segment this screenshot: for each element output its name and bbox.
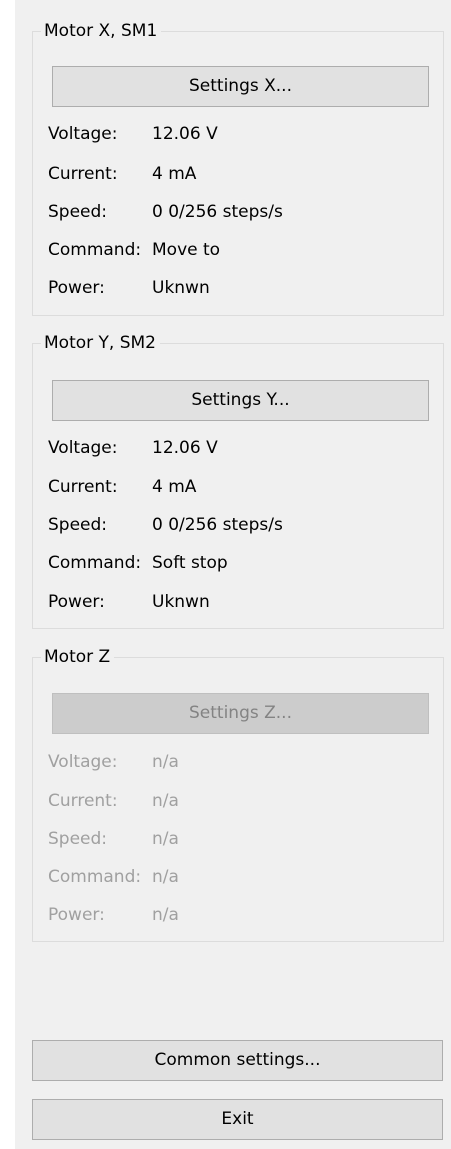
voltage-value: 12.06 V <box>152 124 218 144</box>
motor-x-voltage-row: Voltage: 12.06 V <box>48 122 438 146</box>
motor-y-current-row: Current: 4 mA <box>48 475 438 499</box>
motor-y-voltage-row: Voltage: 12.06 V <box>48 436 438 460</box>
speed-value: 0 0/256 steps/s <box>152 515 283 535</box>
current-value: 4 mA <box>152 477 197 497</box>
speed-value: n/a <box>152 829 179 849</box>
command-label: Command: <box>48 867 142 887</box>
motor-x-power-row: Power: Uknwn <box>48 276 438 300</box>
common-settings-button[interactable]: Common settings... <box>32 1040 443 1081</box>
power-label: Power: <box>48 278 105 298</box>
command-label: Command: <box>48 553 142 573</box>
current-label: Current: <box>48 791 118 811</box>
current-value: n/a <box>152 791 179 811</box>
motor-x-group-title: Motor X, SM1 <box>41 20 162 42</box>
motor-y-speed-row: Speed: 0 0/256 steps/s <box>48 513 438 537</box>
motor-x-current-row: Current: 4 mA <box>48 162 438 186</box>
command-value: Soft stop <box>152 553 228 573</box>
motor-z-current-row: Current: n/a <box>48 789 438 813</box>
power-value: Uknwn <box>152 592 210 612</box>
speed-label: Speed: <box>48 829 108 849</box>
command-value: n/a <box>152 867 179 887</box>
current-value: 4 mA <box>152 164 197 184</box>
power-value: n/a <box>152 905 179 925</box>
settings-x-button[interactable]: Settings X... <box>52 66 429 107</box>
motor-z-power-row: Power: n/a <box>48 903 438 927</box>
power-label: Power: <box>48 905 105 925</box>
speed-label: Speed: <box>48 515 108 535</box>
motor-z-speed-row: Speed: n/a <box>48 827 438 851</box>
voltage-value: 12.06 V <box>152 438 218 458</box>
motor-z-group-title: Motor Z <box>41 646 115 668</box>
motor-y-command-row: Command: Soft stop <box>48 551 438 575</box>
speed-label: Speed: <box>48 202 108 222</box>
current-label: Current: <box>48 164 118 184</box>
voltage-label: Voltage: <box>48 124 118 144</box>
current-label: Current: <box>48 477 118 497</box>
motor-y-group-title: Motor Y, SM2 <box>41 332 160 354</box>
voltage-label: Voltage: <box>48 438 118 458</box>
command-value: Move to <box>152 240 221 260</box>
speed-value: 0 0/256 steps/s <box>152 202 283 222</box>
exit-button[interactable]: Exit <box>32 1099 443 1140</box>
motor-x-command-row: Command: Move to <box>48 238 438 262</box>
command-label: Command: <box>48 240 142 260</box>
motor-y-power-row: Power: Uknwn <box>48 590 438 614</box>
settings-y-button[interactable]: Settings Y... <box>52 380 429 421</box>
power-value: Uknwn <box>152 278 210 298</box>
motor-z-voltage-row: Voltage: n/a <box>48 750 438 774</box>
motor-z-command-row: Command: n/a <box>48 865 438 889</box>
power-label: Power: <box>48 592 105 612</box>
voltage-label: Voltage: <box>48 752 118 772</box>
voltage-value: n/a <box>152 752 179 772</box>
settings-z-button[interactable]: Settings Z... <box>52 693 429 734</box>
motor-x-speed-row: Speed: 0 0/256 steps/s <box>48 200 438 224</box>
